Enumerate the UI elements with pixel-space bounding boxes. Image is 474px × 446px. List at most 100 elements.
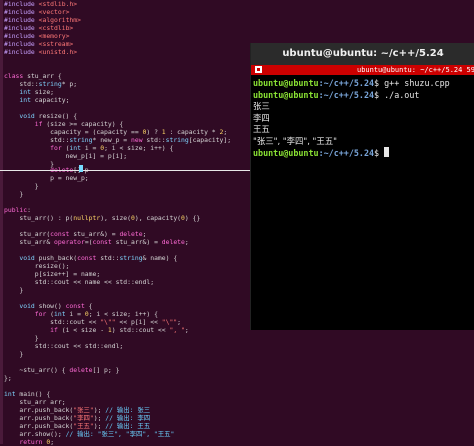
- code-token: // 输出: 张三: [105, 406, 151, 414]
- code-line: int main() {: [4, 390, 50, 398]
- code-token: ;: [142, 230, 147, 238]
- code-token: return: [4, 438, 43, 446]
- terminal-output-text: "张三", "李四", "王五": [253, 135, 338, 146]
- editor-cursor: [79, 165, 83, 172]
- code-line: class stu_arr {: [4, 72, 62, 80]
- terminal-tab[interactable]: ubuntu@ubuntu: ~/c++/5.24 59: [251, 65, 474, 75]
- code-line: #include <vector>: [4, 8, 69, 16]
- code-line: #include <sstream>: [4, 40, 73, 48]
- code-token: class: [4, 72, 24, 80]
- code-token: if: [4, 326, 58, 334]
- code-token: & name) {: [142, 254, 178, 262]
- code-token: std::cout <<: [4, 318, 101, 326]
- code-token: stu_arr&) =: [69, 230, 120, 238]
- code-token: ;: [177, 318, 181, 326]
- code-token: int: [4, 96, 31, 104]
- code-line: std::string* p;: [4, 80, 77, 88]
- code-token: }: [4, 190, 24, 198]
- terminal-line: "张三", "李四", "王五": [253, 136, 473, 148]
- prompt-path: :~/c++/5.24: [318, 78, 375, 88]
- code-token: delete: [69, 366, 93, 374]
- code-line: std::string* new_p = new std::string[cap…: [4, 136, 231, 144]
- terminal-line: 张三: [253, 101, 473, 113]
- code-token: #include: [4, 8, 39, 16]
- code-line: if (size >= capacity) {: [4, 120, 124, 128]
- code-token: string: [119, 254, 143, 262]
- code-token: nullptr: [73, 214, 101, 222]
- code-line: public:: [4, 206, 31, 214]
- code-token: void: [4, 254, 35, 262]
- terminal-line: ubuntu@ubuntu:~/c++/5.24$ ./a.out: [253, 90, 473, 102]
- code-token: );: [93, 406, 106, 414]
- code-token: std::: [96, 254, 120, 262]
- code-token: * new_p =: [92, 136, 131, 144]
- prompt-user: ubuntu@ubuntu: [253, 89, 319, 100]
- code-line: #include <memory>: [4, 32, 69, 40]
- code-token: operator: [54, 238, 85, 246]
- code-token: const: [77, 254, 97, 262]
- code-token: "李四": [73, 414, 94, 422]
- code-token: arr.push_back(: [4, 422, 74, 430]
- code-token: arr.push_back(: [4, 414, 74, 422]
- code-token: <algorithm>: [38, 16, 81, 24]
- terminal-line: 王五: [253, 124, 473, 136]
- code-token: [capacity];: [188, 136, 232, 144]
- code-token: show(): [34, 302, 66, 310]
- code-line: capacity = (capacity == 0) ? 1 : capacit…: [4, 128, 227, 136]
- terminal-command: g++ shuzu.cpp: [379, 78, 450, 88]
- code-token: #include: [4, 16, 39, 24]
- terminal-output-text: 李四: [253, 112, 270, 123]
- code-line: stu_arr arr;: [4, 398, 65, 406]
- code-token: #include: [4, 32, 39, 40]
- code-line: stu_arr(const stu_arr&) = delete;: [4, 230, 146, 238]
- code-line: if (i < size - 1) std::cout << ", ";: [4, 326, 189, 334]
- code-token: p[size++] = name;: [4, 270, 101, 278]
- terminal-cursor: [384, 147, 390, 157]
- code-token: main() {: [15, 390, 51, 398]
- code-token: size;: [30, 88, 55, 96]
- code-token: "王五": [73, 422, 94, 430]
- code-line: stu_arr() : p(nullptr), size(0), capacit…: [4, 214, 200, 222]
- code-token: capacity = (capacity ==: [4, 128, 143, 136]
- code-token: (: [46, 310, 55, 318]
- code-token: }: [4, 350, 24, 358]
- code-line: for (int i = 0; i < size; i++) {: [4, 144, 173, 152]
- code-token: stu_arr(: [4, 230, 51, 238]
- code-token: public: [4, 206, 28, 214]
- code-line: arr.push_back("张三"); // 输出: 张三: [4, 406, 150, 414]
- terminal-line: ubuntu@ubuntu:~/c++/5.24$: [253, 147, 473, 159]
- code-line: #include <unistd.h>: [4, 48, 77, 56]
- code-token: :: [27, 206, 31, 214]
- prompt-path: :~/c++/5.24: [318, 148, 375, 158]
- code-line: p[size++] = name;: [4, 270, 100, 278]
- code-token: ;: [223, 128, 228, 136]
- code-token: i =: [65, 310, 85, 318]
- code-token: (i < size -: [57, 326, 108, 334]
- code-token: int: [54, 310, 66, 318]
- terminal-output[interactable]: ubuntu@ubuntu:~/c++/5.24$ g++ shuzu.cpp u…: [253, 78, 473, 159]
- code-token: string: [69, 136, 93, 144]
- terminal-titlebar[interactable]: ubuntu@ubuntu: ~/c++/5.24: [251, 43, 474, 65]
- code-line: #include <algorithm>: [4, 16, 81, 24]
- code-token: std::cout << name << std::endl;: [4, 278, 155, 286]
- code-line: ~stu_arr() { delete[] p; }: [4, 366, 119, 374]
- prompt-user: ubuntu@ubuntu: [253, 78, 319, 88]
- code-line: }: [4, 182, 39, 190]
- code-token: ", ": [169, 326, 185, 334]
- code-token: "\"": [100, 318, 116, 326]
- code-token: std::: [142, 136, 166, 144]
- code-token: i =: [80, 144, 101, 152]
- code-token: stu_arr&: [4, 238, 55, 246]
- code-token: ), size(: [100, 214, 131, 222]
- code-token: (size >= capacity) {: [42, 120, 124, 128]
- code-line: arr.push_back("王五"); // 输出: 王五: [4, 422, 150, 430]
- code-line: void show() const {: [4, 302, 93, 310]
- code-token: capacity;: [30, 96, 70, 104]
- code-token: for: [4, 144, 62, 152]
- code-token: const: [65, 302, 85, 310]
- code-token: [] p; }: [92, 366, 120, 374]
- terminal-window[interactable]: ubuntu@ubuntu: ~/c++/5.24 ubuntu@ubuntu:…: [250, 43, 474, 330]
- code-token: {: [84, 302, 93, 310]
- code-token: <stdlib.h>: [38, 0, 78, 8]
- code-token: ; i < size; i++) {: [88, 310, 158, 318]
